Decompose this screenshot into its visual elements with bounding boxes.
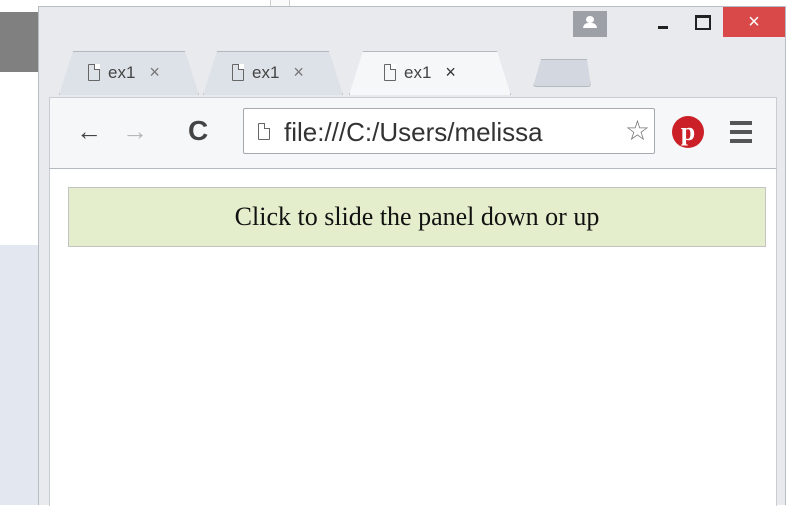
page-viewport: Click to slide the panel down or up	[49, 169, 777, 506]
minimize-icon	[658, 26, 668, 29]
tab-2[interactable]: ex1 ×	[203, 51, 343, 95]
url-text[interactable]: file:///C:/Users/melissa	[284, 117, 543, 148]
profile-button[interactable]	[573, 11, 607, 37]
window-caption-buttons: ×	[573, 7, 785, 37]
tab-close-icon[interactable]: ×	[293, 62, 304, 83]
browser-window: × ex1 × ex1 × ex1 × ← → C file:///C:/Use…	[38, 6, 786, 506]
new-tab-button[interactable]	[533, 59, 591, 87]
background-toolbar	[0, 12, 38, 72]
back-arrow-icon[interactable]: ←	[76, 116, 102, 146]
page-icon	[88, 64, 100, 81]
tab-label: ex1	[404, 62, 432, 82]
close-icon: ×	[748, 11, 760, 33]
page-icon	[258, 123, 270, 140]
person-icon	[586, 16, 594, 23]
bookmark-star-icon[interactable]: ☆	[622, 116, 652, 146]
tab-3-active[interactable]: ex1 ×	[349, 51, 511, 95]
background-panel	[0, 245, 38, 505]
hamburger-menu-icon[interactable]	[730, 121, 752, 148]
tab-1[interactable]: ex1 ×	[59, 51, 199, 95]
tab-close-icon[interactable]: ×	[445, 62, 456, 83]
maximize-icon	[695, 15, 711, 30]
minimize-button[interactable]	[643, 7, 683, 37]
tab-close-icon[interactable]: ×	[149, 62, 160, 83]
page-icon	[232, 64, 244, 81]
pinterest-extension-icon[interactable]: p	[672, 116, 704, 148]
reload-icon[interactable]: C	[188, 116, 208, 146]
close-window-button[interactable]: ×	[723, 7, 785, 37]
flip-panel-toggle[interactable]: Click to slide the panel down or up	[68, 187, 766, 247]
forward-arrow-icon[interactable]: →	[122, 116, 148, 146]
tab-label: ex1	[108, 62, 136, 82]
page-icon	[384, 64, 396, 81]
browser-toolbar: ← → C file:///C:/Users/melissa ☆ p	[49, 97, 777, 169]
address-bar[interactable]: file:///C:/Users/melissa ☆	[243, 108, 655, 154]
tab-label: ex1	[252, 62, 280, 82]
maximize-button[interactable]	[683, 7, 723, 37]
